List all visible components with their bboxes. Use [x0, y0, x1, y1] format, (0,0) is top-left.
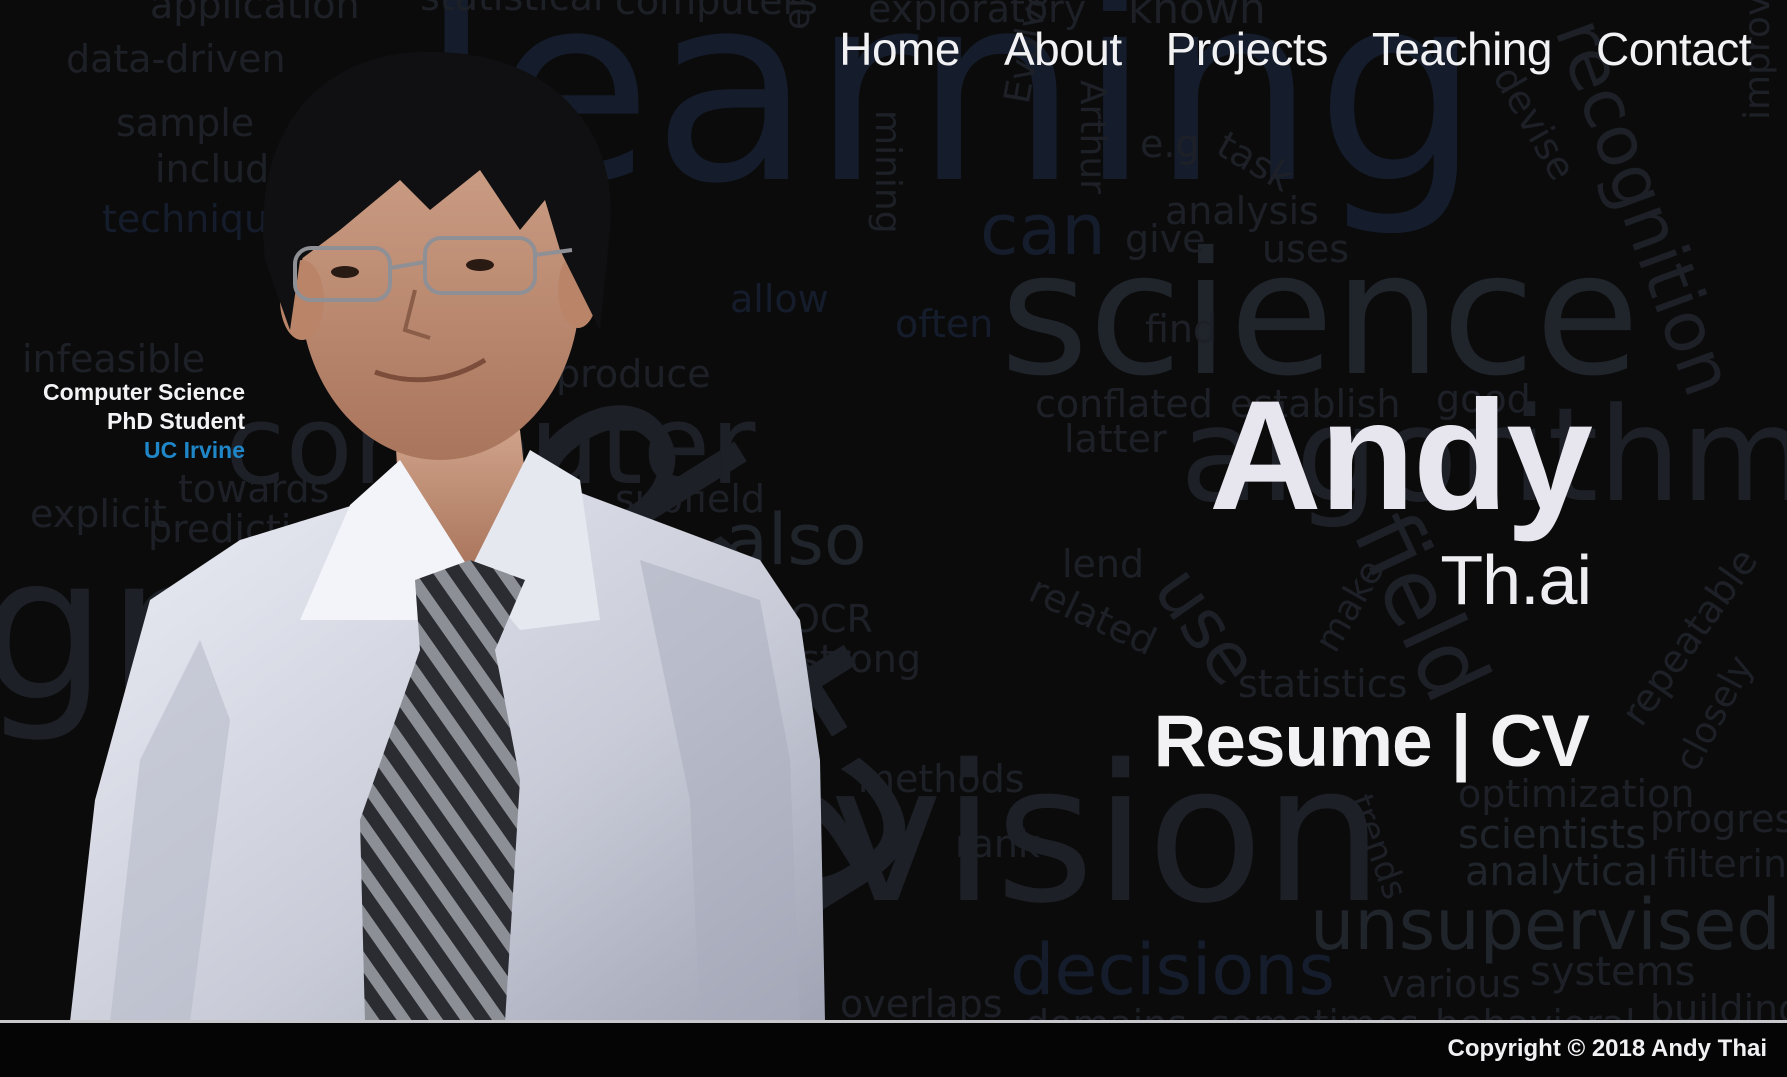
main-nav: Home About Projects Teaching Contact [839, 22, 1751, 76]
footer: Copyright © 2018 Andy Thai [0, 1023, 1787, 1077]
first-name-heading: Andy [1209, 369, 1593, 543]
copyright-text: Copyright © 2018 Andy Thai [1447, 1035, 1767, 1062]
role-block: Computer Science PhD Student UC Irvine [43, 378, 245, 465]
nav-teaching-link[interactable]: Teaching [1372, 22, 1553, 76]
nav-home-link[interactable]: Home [839, 22, 960, 76]
field-label: Computer Science [43, 379, 245, 405]
role-label: PhD Student [107, 408, 245, 434]
nav-contact-link[interactable]: Contact [1596, 22, 1752, 76]
last-name-heading: Th.ai [1440, 541, 1592, 619]
university-label: UC Irvine [144, 437, 245, 463]
nav-projects-link[interactable]: Projects [1166, 22, 1329, 76]
resume-cv-link[interactable]: Resume | CV [1154, 705, 1590, 778]
nav-about-link[interactable]: About [1004, 22, 1122, 76]
